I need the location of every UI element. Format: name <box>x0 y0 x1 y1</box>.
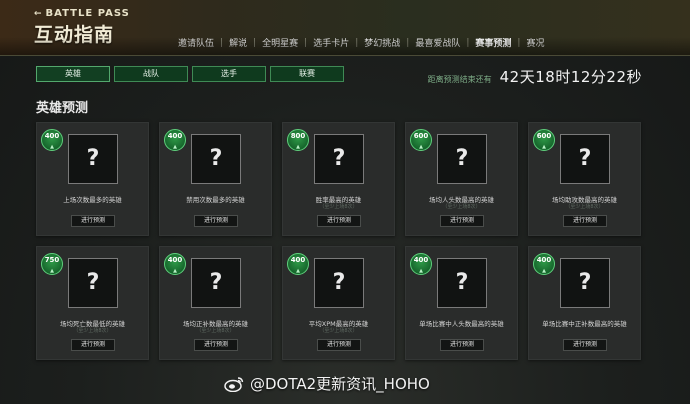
hero-slot[interactable]: ? <box>68 258 118 308</box>
top-header: ← BATTLE PASS 互动指南 邀请队伍 | 解说 | 全明星赛 | 选手… <box>0 0 690 56</box>
points-badge: 600 ▲ <box>410 129 432 151</box>
nav-separator: | <box>517 37 521 48</box>
hero-slot[interactable]: ? <box>191 134 241 184</box>
nav-item-player-cards[interactable]: 选手卡片 <box>307 36 355 49</box>
nav-separator: | <box>406 37 410 48</box>
leaf-icon: ▲ <box>419 144 423 150</box>
prediction-card: 400 ▲ ? 单场比赛中人头数最高的英雄 进行预测 <box>405 246 518 360</box>
weibo-watermark: @DOTA2更新资讯_HOHO <box>224 373 430 394</box>
card-label: 单场比赛中正补数最高的英雄 <box>542 320 627 328</box>
prediction-card: 400 ▲ ? 场均正补数最高的英雄 （至少上场8次） 进行预测 <box>159 246 272 360</box>
points-badge: 400 ▲ <box>164 253 186 275</box>
tab-teams[interactable]: 战队 <box>114 66 188 82</box>
hero-slot[interactable]: ? <box>437 134 487 184</box>
leaf-icon: ▲ <box>50 144 54 150</box>
nav-item-invite-team[interactable]: 邀请队伍 <box>172 36 220 49</box>
prediction-card: 400 ▲ ? 禁用次数最多的英雄 进行预测 <box>159 122 272 236</box>
nav-item-fantasy[interactable]: 梦幻挑战 <box>358 36 406 49</box>
nav-item-predictions[interactable]: 赛事预测 <box>469 36 517 49</box>
card-sub: （至少上场8次） <box>442 204 481 210</box>
predict-button[interactable]: 进行预测 <box>194 215 238 227</box>
points-badge: 750 ▲ <box>41 253 63 275</box>
points-badge: 400 ▲ <box>164 129 186 151</box>
card-label: 禁用次数最多的英雄 <box>186 196 245 204</box>
hero-slot[interactable]: ? <box>314 134 364 184</box>
leaf-icon: ▲ <box>173 268 177 274</box>
nav-separator: | <box>304 37 308 48</box>
leaf-icon: ▲ <box>296 144 300 150</box>
points-badge: 400 ▲ <box>410 253 432 275</box>
points-badge: 400 ▲ <box>41 129 63 151</box>
leaf-icon: ▲ <box>419 268 423 274</box>
card-sub: （至少上场8次） <box>319 204 358 210</box>
card-sub: （至少上场8次） <box>319 328 358 334</box>
hero-slot[interactable]: ? <box>68 134 118 184</box>
card-sub: （至少上场8次） <box>196 328 235 334</box>
prediction-card: 600 ▲ ? 场均助攻数最高的英雄 （至少上场8次） 进行预测 <box>528 122 641 236</box>
hero-slot[interactable]: ? <box>437 258 487 308</box>
prediction-card: 400 ▲ ? 单场比赛中正补数最高的英雄 进行预测 <box>528 246 641 360</box>
leaf-icon: ▲ <box>173 144 177 150</box>
points-badge: 400 ▲ <box>287 253 309 275</box>
card-sub: （至少上场8次） <box>73 328 112 334</box>
hero-slot[interactable]: ? <box>314 258 364 308</box>
points-badge: 600 ▲ <box>533 129 555 151</box>
prediction-card: 400 ▲ ? 上场次数最多的英雄 进行预测 <box>36 122 149 236</box>
nav-separator: | <box>355 37 359 48</box>
card-label: 单场比赛中人头数最高的英雄 <box>419 320 504 328</box>
brand-sub-label: BATTLE PASS <box>45 8 130 19</box>
predict-button[interactable]: 进行预测 <box>440 339 484 351</box>
nav-item-live-status[interactable]: 赛况 <box>520 36 550 49</box>
battle-pass-logo: ← BATTLE PASS <box>34 8 130 19</box>
countdown-time: 42天18时12分22秒 <box>499 68 642 86</box>
nav-separator: | <box>253 37 257 48</box>
tab-league[interactable]: 联赛 <box>270 66 344 82</box>
card-label: 上场次数最多的英雄 <box>63 196 122 204</box>
nav-item-commentary[interactable]: 解说 <box>223 36 253 49</box>
predict-button[interactable]: 进行预测 <box>317 339 361 351</box>
predict-button[interactable]: 进行预测 <box>71 339 115 351</box>
prediction-card: 800 ▲ ? 胜率最高的英雄 （至少上场8次） 进行预测 <box>282 122 395 236</box>
hero-slot[interactable]: ? <box>191 258 241 308</box>
nav-item-favorite-team[interactable]: 最喜爱战队 <box>409 36 466 49</box>
watermark-text: @DOTA2更新资讯_HOHO <box>250 375 430 393</box>
predict-button[interactable]: 进行预测 <box>563 215 607 227</box>
nav-item-all-star[interactable]: 全明星赛 <box>256 36 304 49</box>
leaf-icon: ▲ <box>50 268 54 274</box>
prediction-category-tabs: 英雄 战队 选手 联赛 <box>36 66 344 82</box>
page-title: 互动指南 <box>34 24 115 46</box>
hero-slot[interactable]: ? <box>560 134 610 184</box>
tab-players[interactable]: 选手 <box>192 66 266 82</box>
leaf-icon: ▲ <box>542 144 546 150</box>
weibo-icon <box>224 376 244 392</box>
back-arrow-icon[interactable]: ← <box>34 9 43 19</box>
prediction-card: 750 ▲ ? 场均死亡数最低的英雄 （至少上场8次） 进行预测 <box>36 246 149 360</box>
predict-button[interactable]: 进行预测 <box>317 215 361 227</box>
prediction-card: 600 ▲ ? 场均人头数最高的英雄 （至少上场8次） 进行预测 <box>405 122 518 236</box>
hero-prediction-grid: 400 ▲ ? 上场次数最多的英雄 进行预测 400 ▲ ? 禁用次数最多的英雄 进… <box>36 122 641 360</box>
nav-separator: | <box>220 37 224 48</box>
leaf-icon: ▲ <box>296 268 300 274</box>
hero-slot[interactable]: ? <box>560 258 610 308</box>
nav-separator: | <box>466 37 470 48</box>
points-badge: 400 ▲ <box>533 253 555 275</box>
prediction-card: 400 ▲ ? 平均XPM最高的英雄 （至少上场8次） 进行预测 <box>282 246 395 360</box>
predict-button[interactable]: 进行预测 <box>71 215 115 227</box>
predict-button[interactable]: 进行预测 <box>440 215 484 227</box>
predict-button[interactable]: 进行预测 <box>194 339 238 351</box>
brand: ← BATTLE PASS 互动指南 <box>34 8 130 47</box>
main-nav: 邀请队伍 | 解说 | 全明星赛 | 选手卡片 | 梦幻挑战 | 最喜爱战队 |… <box>172 36 550 50</box>
points-badge: 800 ▲ <box>287 129 309 151</box>
countdown-label: 距离预测结束还有 <box>427 75 492 84</box>
section-title: 英雄预测 <box>36 101 89 116</box>
card-sub: （至少上场8次） <box>565 204 604 210</box>
predict-button[interactable]: 进行预测 <box>563 339 607 351</box>
leaf-icon: ▲ <box>542 268 546 274</box>
tab-heroes[interactable]: 英雄 <box>36 66 110 82</box>
prediction-countdown: 距离预测结束还有 42天18时12分22秒 <box>428 66 642 87</box>
